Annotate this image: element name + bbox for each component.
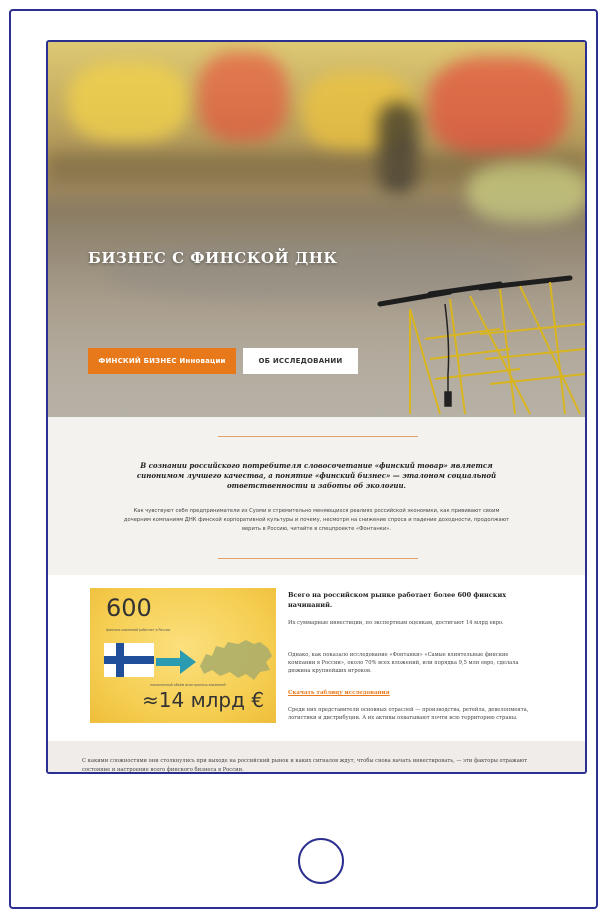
home-button[interactable] bbox=[298, 838, 344, 884]
divider bbox=[218, 558, 418, 559]
feature-paragraph: Среди них представители основных отрасле… bbox=[288, 707, 529, 721]
download-table-link[interactable]: Скачать таблицу исследования bbox=[288, 690, 390, 696]
hero-background-blur bbox=[468, 162, 585, 222]
feature-section: 600 финских компаний работает в России н… bbox=[48, 575, 585, 741]
shopping-cart-image bbox=[377, 275, 585, 415]
investment-volume-caption: накопленный объём иностранных вложений bbox=[150, 683, 226, 687]
intro-section: В сознании российского потребителя слово… bbox=[48, 417, 585, 575]
russia-map-icon bbox=[200, 640, 272, 680]
hero-background-blur bbox=[68, 62, 188, 142]
investment-volume: ≈14 млрд € bbox=[142, 688, 265, 712]
feature-paragraph: Их суммарные инвестиции, по экспертным о… bbox=[288, 620, 504, 626]
companies-count: 600 bbox=[106, 594, 152, 622]
intro-body: Как чувствуют себя предприниматели из Су… bbox=[123, 508, 510, 532]
bottom-section: С какими сложностями они столкнулись при… bbox=[48, 741, 585, 773]
arrow-right-icon bbox=[156, 650, 196, 674]
intro-lead: В сознании российского потребителя слово… bbox=[136, 461, 497, 490]
companies-count-caption: финских компаний работает в России bbox=[106, 628, 171, 632]
hero-title: БИЗНЕС С ФИНСКОЙ ДНК bbox=[88, 249, 338, 267]
finland-flag-icon bbox=[104, 643, 154, 677]
about-research-button[interactable]: ОБ ИССЛЕДОВАНИИ bbox=[243, 348, 358, 374]
finnish-business-button[interactable]: ФИНСКИЙ БИЗНЕС Инновации bbox=[88, 348, 236, 374]
tablet-screen: БИЗНЕС С ФИНСКОЙ ДНК ФИНСКИЙ БИЗНЕС Инно… bbox=[46, 40, 587, 774]
hero-background-blur bbox=[428, 57, 568, 157]
divider bbox=[218, 436, 418, 437]
feature-heading: Всего на российском рынке работает более… bbox=[288, 591, 507, 609]
hero-banner: БИЗНЕС С ФИНСКОЙ ДНК ФИНСКИЙ БИЗНЕС Инно… bbox=[48, 42, 585, 417]
bottom-paragraph: С какими сложностями они столкнулись при… bbox=[82, 758, 528, 773]
hero-background-blur bbox=[198, 52, 288, 142]
infographic: 600 финских компаний работает в России н… bbox=[90, 588, 276, 723]
feature-paragraph: Однако, как показало исследование «Фонта… bbox=[288, 652, 519, 674]
